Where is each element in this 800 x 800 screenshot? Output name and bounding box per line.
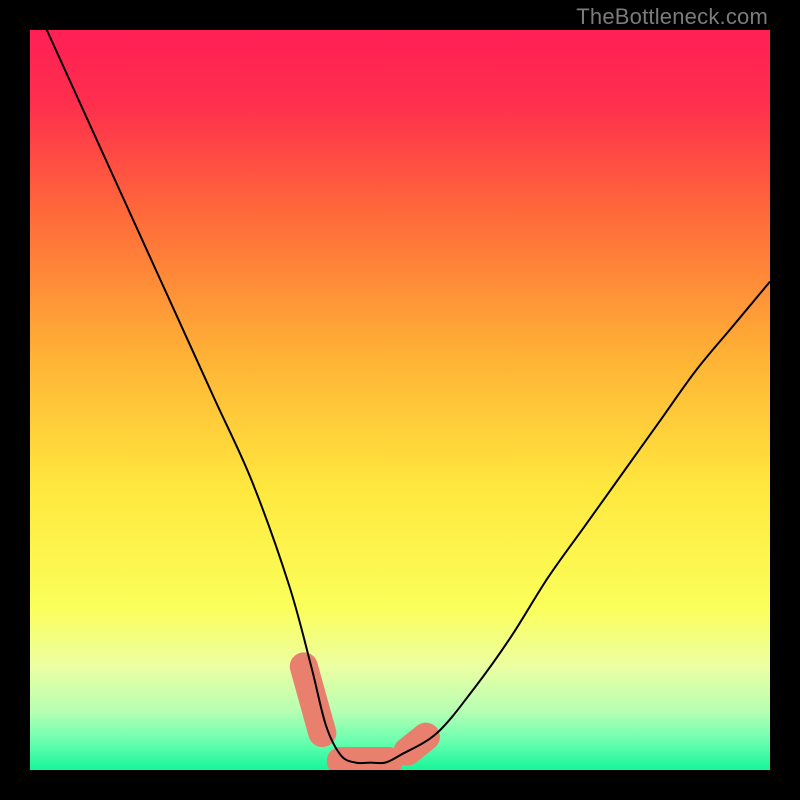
chart-frame: TheBottleneck.com: [0, 0, 800, 800]
plot-area: [30, 30, 770, 770]
watermark-text: TheBottleneck.com: [576, 4, 768, 30]
curve-layer: [30, 30, 770, 770]
bottleneck-curve: [30, 30, 770, 763]
